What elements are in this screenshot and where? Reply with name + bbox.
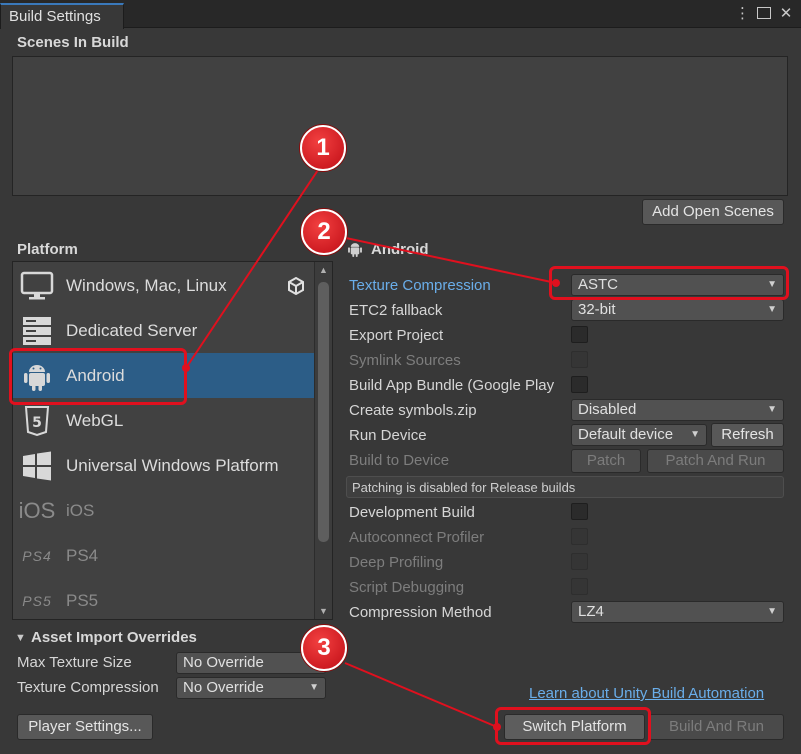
autoconnect-profiler-label: Autoconnect Profiler [349,529,485,546]
unity-logo-icon [287,276,305,300]
ios-icon: iOS [18,497,56,523]
settings-platform-title: Android [371,241,429,258]
chevron-down-icon: ▼ [767,304,777,315]
compression-method-dropdown[interactable]: LZ4 ▼ [571,601,784,623]
platform-item-ios[interactable]: iOS iOS [13,488,315,533]
asset-texture-compression-dropdown[interactable]: No Override ▼ [176,677,326,699]
android-highlight-box [9,348,187,405]
build-app-bundle-label: Build App Bundle (Google Play [349,377,555,394]
close-icon[interactable]: ✕ [779,4,793,23]
create-symbols-label: Create symbols.zip [349,402,477,419]
export-project-checkbox[interactable] [571,326,588,343]
ps5-icon: PS5 [22,592,52,609]
chevron-down-icon: ▼ [767,606,777,617]
development-build-checkbox[interactable] [571,503,588,520]
platform-list[interactable]: Windows, Mac, Linux Dedicated Server And… [12,261,333,620]
symlink-sources-label: Symlink Sources [349,352,461,369]
platform-item-ps5[interactable]: PS5 PS5 [13,578,315,619]
window-controls: ⋮ ✕ [735,4,793,23]
player-settings-button[interactable]: Player Settings... [17,714,153,740]
autoconnect-profiler-checkbox[interactable] [571,528,588,545]
scenes-heading: Scenes In Build [17,34,129,51]
monitor-icon [13,271,61,301]
kebab-menu-icon[interactable]: ⋮ [735,4,750,23]
platform-item-ps4[interactable]: PS4 PS4 [13,533,315,578]
scroll-up-arrow-icon[interactable]: ▲ [319,265,328,275]
asset-import-heading[interactable]: Asset Import Overrides [31,629,197,646]
compression-method-label: Compression Method [349,604,492,621]
deep-profiling-checkbox[interactable] [571,553,588,570]
platform-item-windows-mac-linux[interactable]: Windows, Mac, Linux [13,263,315,308]
html5-icon: 5 [13,405,61,436]
run-device-label: Run Device [349,427,427,444]
script-debugging-checkbox[interactable] [571,578,588,595]
refresh-button[interactable]: Refresh [711,423,784,447]
scroll-thumb[interactable] [318,282,329,542]
ps4-icon: PS4 [22,547,52,564]
chevron-down-icon: ▼ [767,404,777,415]
platform-item-uwp[interactable]: Universal Windows Platform [13,443,315,488]
android-small-icon [347,240,363,262]
step-marker-3: 3 [301,625,347,671]
step-marker-1: 1 [300,125,346,171]
add-open-scenes-button[interactable]: Add Open Scenes [642,199,784,225]
windows-logo-icon [13,451,61,481]
svg-text:5: 5 [32,415,42,431]
chevron-down-icon: ▼ [309,682,319,693]
chevron-down-icon: ▼ [690,429,700,440]
run-device-dropdown[interactable]: Default device ▼ [571,424,707,446]
texture-compression-label: Texture Compression [349,277,491,294]
symlink-sources-checkbox[interactable] [571,351,588,368]
create-symbols-dropdown[interactable]: Disabled ▼ [571,399,784,421]
foldout-arrow-icon[interactable]: ▼ [15,632,26,644]
learn-build-automation-link[interactable]: Learn about Unity Build Automation [529,685,764,702]
etc2-fallback-label: ETC2 fallback [349,302,443,319]
patch-button[interactable]: Patch [571,449,641,473]
platform-item-dedicated-server[interactable]: Dedicated Server [13,308,315,353]
build-app-bundle-checkbox[interactable] [571,376,588,393]
step-marker-2: 2 [301,209,347,255]
script-debugging-label: Script Debugging [349,579,465,596]
scenes-list[interactable] [12,56,788,196]
maximize-icon[interactable] [757,4,771,23]
deep-profiling-label: Deep Profiling [349,554,444,571]
window-tab[interactable]: Build Settings [0,3,124,29]
platform-scrollbar[interactable]: ▲ ▼ [314,262,332,619]
patching-info-box: Patching is disabled for Release builds [346,476,784,498]
server-icon [13,316,61,346]
patch-and-run-button[interactable]: Patch And Run [647,449,784,473]
build-to-device-label: Build to Device [349,452,450,469]
switch-platform-highlight-box [495,707,651,745]
build-and-run-button[interactable]: Build And Run [649,714,784,740]
etc2-fallback-dropdown[interactable]: 32-bit ▼ [571,299,784,321]
scroll-down-arrow-icon[interactable]: ▼ [319,606,328,616]
texture-compression-highlight-box [549,266,789,300]
platform-heading: Platform [17,241,78,258]
export-project-label: Export Project [349,327,444,344]
asset-texture-compression-label: Texture Compression [17,679,159,696]
max-texture-size-label: Max Texture Size [17,654,132,671]
development-build-label: Development Build [349,504,475,521]
